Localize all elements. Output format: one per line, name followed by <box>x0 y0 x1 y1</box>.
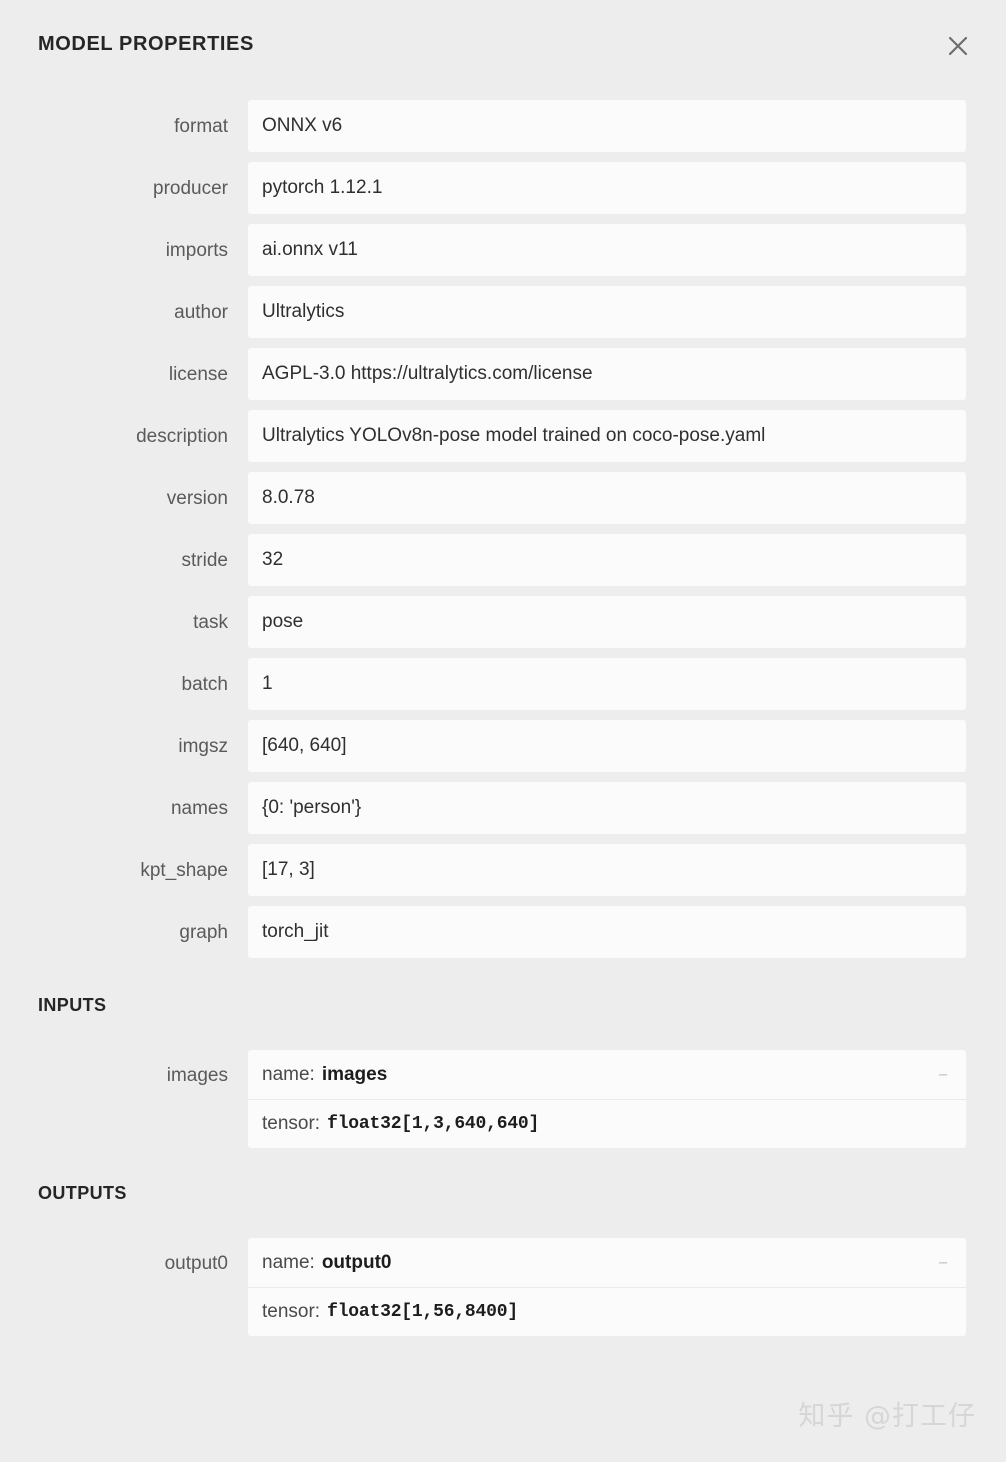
property-value-names[interactable]: {0: 'person'} <box>248 782 966 834</box>
output-collapse-toggle[interactable]: − <box>938 1254 948 1271</box>
property-value-kpt-shape[interactable]: [17, 3] <box>248 844 966 896</box>
property-label-imports: imports <box>165 239 228 261</box>
outputs-section-heading: OUTPUTS <box>38 1183 127 1203</box>
property-label-description: description <box>136 425 228 447</box>
property-value-license[interactable]: AGPL-3.0 https://ultralytics.com/license <box>248 348 966 400</box>
property-label-stride: stride <box>181 549 228 571</box>
output-tensor-value: float32[1,56,8400] <box>327 1302 518 1322</box>
property-value-graph[interactable]: torch_jit <box>248 906 966 958</box>
output-tensor-key: tensor: <box>262 1301 321 1322</box>
property-value-version[interactable]: 8.0.78 <box>248 472 966 524</box>
property-value-author[interactable]: Ultralytics <box>248 286 966 338</box>
property-value-stride[interactable]: 32 <box>248 534 966 586</box>
property-label-producer: producer <box>153 177 228 199</box>
output-name-row: name: output0 − <box>248 1238 966 1287</box>
property-label-license: license <box>168 363 228 385</box>
property-row-kpt-shape: kpt_shape [17, 3] <box>0 844 1006 896</box>
output-label-output0: output0 <box>164 1253 228 1274</box>
property-value-imports[interactable]: ai.onnx v11 <box>248 224 966 276</box>
property-value-imgsz[interactable]: [640, 640] <box>248 720 966 772</box>
page-title: MODEL PROPERTIES <box>38 33 254 55</box>
inputs-section-heading: INPUTS <box>38 995 107 1015</box>
property-label-task: task <box>193 611 228 633</box>
output-name-value: output0 <box>321 1251 392 1273</box>
input-name-key: name: <box>262 1063 315 1085</box>
output-tensor-row: tensor: float32[1,56,8400] <box>248 1287 966 1336</box>
property-value-format[interactable]: ONNX v6 <box>248 100 966 152</box>
property-row-producer: producer pytorch 1.12.1 <box>0 162 1006 214</box>
property-row-task: task pose <box>0 596 1006 648</box>
output-name-key: name: <box>262 1251 315 1273</box>
input-collapse-toggle[interactable]: − <box>938 1066 948 1083</box>
watermark: 知乎 @打工仔 <box>798 1401 976 1432</box>
property-row-names: names {0: 'person'} <box>0 782 1006 834</box>
property-label-version: version <box>166 487 228 509</box>
property-row-batch: batch 1 <box>0 658 1006 710</box>
model-properties-list: format ONNX v6 producer pytorch 1.12.1 i… <box>0 100 1006 958</box>
property-label-names: names <box>170 797 228 819</box>
property-label-author: author <box>174 301 228 323</box>
input-name-value: images <box>321 1063 388 1085</box>
property-row-license: license AGPL-3.0 https://ultralytics.com… <box>0 348 1006 400</box>
property-value-description[interactable]: Ultralytics YOLOv8n-pose model trained o… <box>248 410 966 462</box>
input-tensor-row: tensor: float32[1,3,640,640] <box>248 1099 966 1148</box>
panel-header: MODEL PROPERTIES <box>0 0 1006 100</box>
property-row-author: author Ultralytics <box>0 286 1006 338</box>
close-icon <box>946 34 970 58</box>
property-row-stride: stride 32 <box>0 534 1006 586</box>
input-tensor-value: float32[1,3,640,640] <box>327 1114 540 1134</box>
property-value-task[interactable]: pose <box>248 596 966 648</box>
property-label-graph: graph <box>179 921 228 943</box>
property-label-format: format <box>174 115 228 137</box>
input-tensor-key: tensor: <box>262 1113 321 1134</box>
output-block-output0: output0 name: output0 − tensor: float32[… <box>0 1238 1006 1336</box>
property-row-description: description Ultralytics YOLOv8n-pose mod… <box>0 410 1006 462</box>
property-row-imports: imports ai.onnx v11 <box>0 224 1006 276</box>
property-row-version: version 8.0.78 <box>0 472 1006 524</box>
property-row-imgsz: imgsz [640, 640] <box>0 720 1006 772</box>
property-label-kpt-shape: kpt_shape <box>140 859 228 881</box>
input-label-images: images <box>166 1065 228 1086</box>
property-value-batch[interactable]: 1 <box>248 658 966 710</box>
property-row-graph: graph torch_jit <box>0 906 1006 958</box>
input-name-row: name: images − <box>248 1050 966 1099</box>
property-label-batch: batch <box>181 673 228 695</box>
close-button[interactable] <box>940 28 976 64</box>
output-card-output0: name: output0 − tensor: float32[1,56,840… <box>248 1238 966 1336</box>
input-card-images: name: images − tensor: float32[1,3,640,6… <box>248 1050 966 1148</box>
property-value-producer[interactable]: pytorch 1.12.1 <box>248 162 966 214</box>
property-label-imgsz: imgsz <box>178 735 228 757</box>
property-row-format: format ONNX v6 <box>0 100 1006 152</box>
input-block-images: images name: images − tensor: float32[1,… <box>0 1050 1006 1148</box>
